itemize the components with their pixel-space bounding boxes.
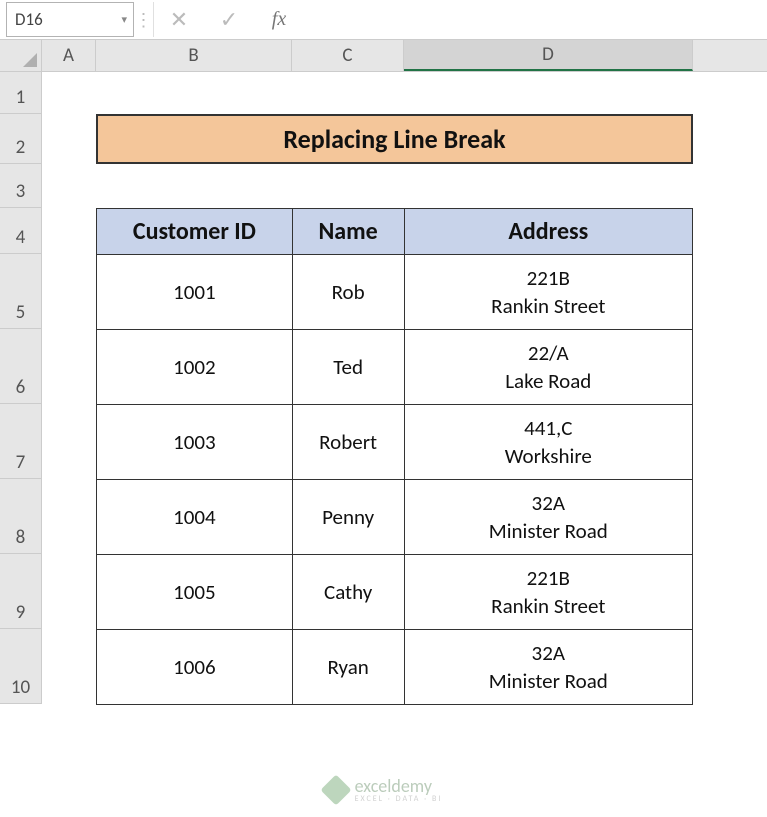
row-header-4[interactable]: 4 (0, 208, 42, 254)
row-header-10[interactable]: 10 (0, 629, 42, 704)
cell-name[interactable]: Rob (292, 255, 404, 330)
header-name[interactable]: Name (292, 209, 404, 255)
table-row: 1006 Ryan 32AMinister Road (97, 630, 693, 705)
column-headers: A B C D (0, 40, 767, 72)
cells-area[interactable]: Replacing Line Break Customer ID Name Ad… (42, 72, 767, 704)
cell-name[interactable]: Ted (292, 330, 404, 405)
watermark-icon (320, 774, 351, 805)
cell-name[interactable]: Ryan (292, 630, 404, 705)
row-headers: 1 2 3 4 5 6 7 8 9 10 (0, 72, 42, 704)
select-all-corner[interactable] (0, 40, 42, 71)
table-row: 1005 Cathy 221BRankin Street (97, 555, 693, 630)
row-header-3[interactable]: 3 (0, 164, 42, 208)
separator: ⋮ (134, 2, 154, 37)
cell-address[interactable]: 221BRankin Street (404, 555, 692, 630)
title-cell[interactable]: Replacing Line Break (96, 114, 693, 164)
col-header-b[interactable]: B (96, 40, 292, 71)
cell-id[interactable]: 1003 (97, 405, 293, 480)
row-header-2[interactable]: 2 (0, 114, 42, 164)
cell-id[interactable]: 1002 (97, 330, 293, 405)
header-address[interactable]: Address (404, 209, 692, 255)
formula-bar: D16 ▾ ⋮ ✕ ✓ fx (0, 0, 767, 40)
watermark-text: exceldemy EXCEL · DATA · BI (355, 777, 443, 803)
row-header-9[interactable]: 9 (0, 554, 42, 629)
watermark: exceldemy EXCEL · DATA · BI (0, 777, 767, 803)
name-box-value: D16 (15, 9, 43, 30)
cell-id[interactable]: 1005 (97, 555, 293, 630)
dropdown-icon[interactable]: ▾ (121, 13, 127, 26)
table-row: 1004 Penny 32AMinister Road (97, 480, 693, 555)
cell-name[interactable]: Cathy (292, 555, 404, 630)
title-text: Replacing Line Break (283, 123, 505, 155)
formula-input[interactable] (304, 2, 761, 37)
confirm-icon[interactable]: ✓ (204, 2, 254, 37)
cell-id[interactable]: 1004 (97, 480, 293, 555)
cell-name[interactable]: Penny (292, 480, 404, 555)
cell-name[interactable]: Robert (292, 405, 404, 480)
cell-address[interactable]: 221BRankin Street (404, 255, 692, 330)
sheet: 1 2 3 4 5 6 7 8 9 10 Replacing Line Brea… (0, 72, 767, 704)
header-customer-id[interactable]: Customer ID (97, 209, 293, 255)
cell-address[interactable]: 441,CWorkshire (404, 405, 692, 480)
row-header-7[interactable]: 7 (0, 404, 42, 479)
cell-id[interactable]: 1006 (97, 630, 293, 705)
cell-address[interactable]: 32AMinister Road (404, 480, 692, 555)
table-row: 1002 Ted 22/ALake Road (97, 330, 693, 405)
watermark-main: exceldemy (355, 777, 443, 795)
cancel-icon[interactable]: ✕ (154, 2, 204, 37)
cell-id[interactable]: 1001 (97, 255, 293, 330)
name-box[interactable]: D16 ▾ (6, 2, 134, 37)
col-header-a[interactable]: A (42, 40, 96, 71)
watermark-sub: EXCEL · DATA · BI (355, 795, 443, 803)
row-header-8[interactable]: 8 (0, 479, 42, 554)
col-header-c[interactable]: C (292, 40, 404, 71)
fx-icon[interactable]: fx (254, 2, 304, 37)
table-row: 1001 Rob 221BRankin Street (97, 255, 693, 330)
row-header-1[interactable]: 1 (0, 72, 42, 114)
data-table: Customer ID Name Address 1001 Rob 221BRa… (96, 208, 693, 705)
row-header-6[interactable]: 6 (0, 329, 42, 404)
cell-address[interactable]: 32AMinister Road (404, 630, 692, 705)
row-header-5[interactable]: 5 (0, 254, 42, 329)
table-header-row: Customer ID Name Address (97, 209, 693, 255)
col-header-d[interactable]: D (404, 40, 693, 71)
cell-address[interactable]: 22/ALake Road (404, 330, 692, 405)
table-row: 1003 Robert 441,CWorkshire (97, 405, 693, 480)
